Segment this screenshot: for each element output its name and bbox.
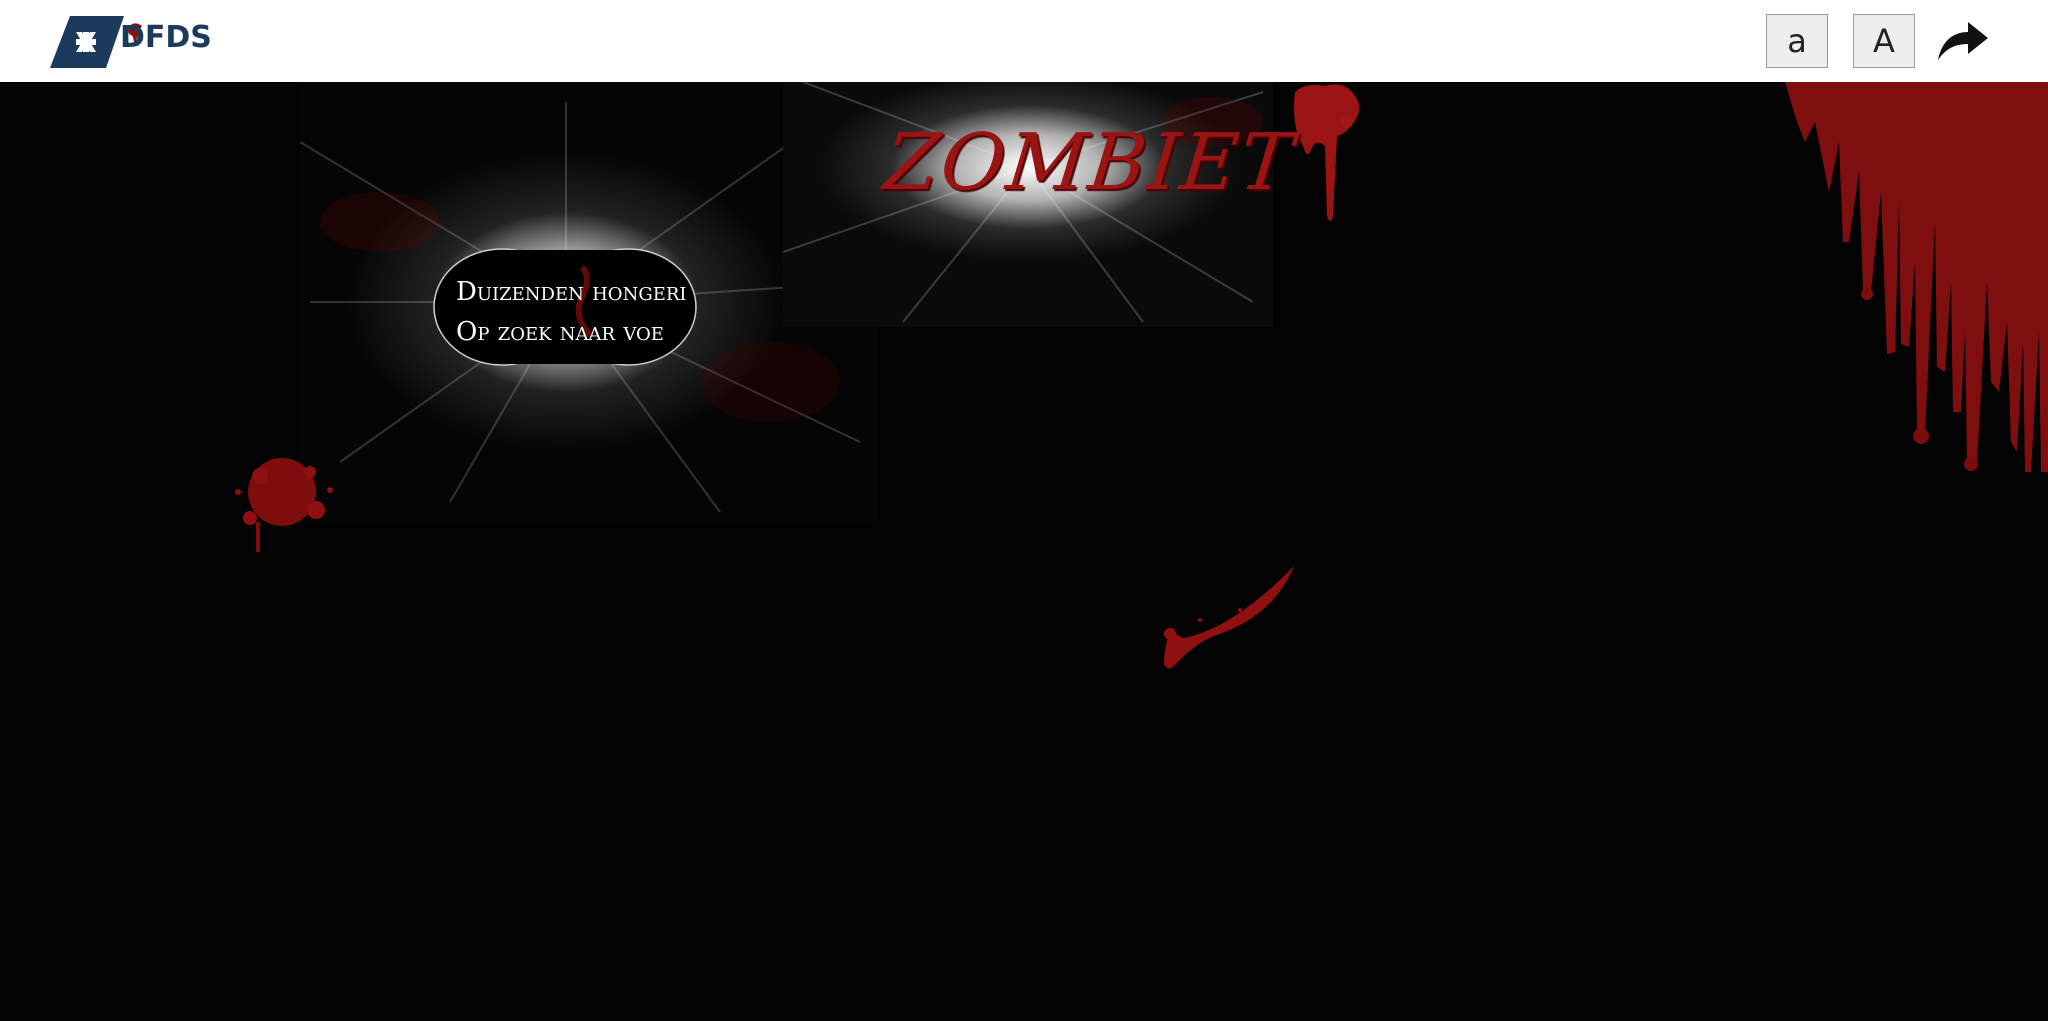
decrease-font-button[interactable]: a: [1766, 14, 1828, 68]
header-bar: DFDS a A: [0, 0, 2048, 82]
blood-drip-splatter: [1294, 84, 1360, 221]
blood-drips-right: [1785, 82, 2048, 472]
bubble-line-2: Op zoek naar voe: [456, 317, 664, 347]
game-stage[interactable]: ZOMBIET: [0, 82, 2048, 1021]
logo-text: DFDS: [120, 20, 212, 55]
blood-arrow-splatter: [1164, 566, 1294, 669]
blood-splatter-left: [235, 458, 333, 552]
increase-font-button[interactable]: A: [1853, 14, 1915, 68]
zombie-title: ZOMBIET: [880, 118, 1299, 208]
speech-bubble-text: Duizenden hongeri Op zoek naar voe: [456, 272, 696, 352]
share-arrow-icon: [1938, 22, 1988, 60]
bubble-line-1: Duizenden hongeri: [456, 277, 687, 307]
share-button[interactable]: [1934, 16, 1992, 66]
